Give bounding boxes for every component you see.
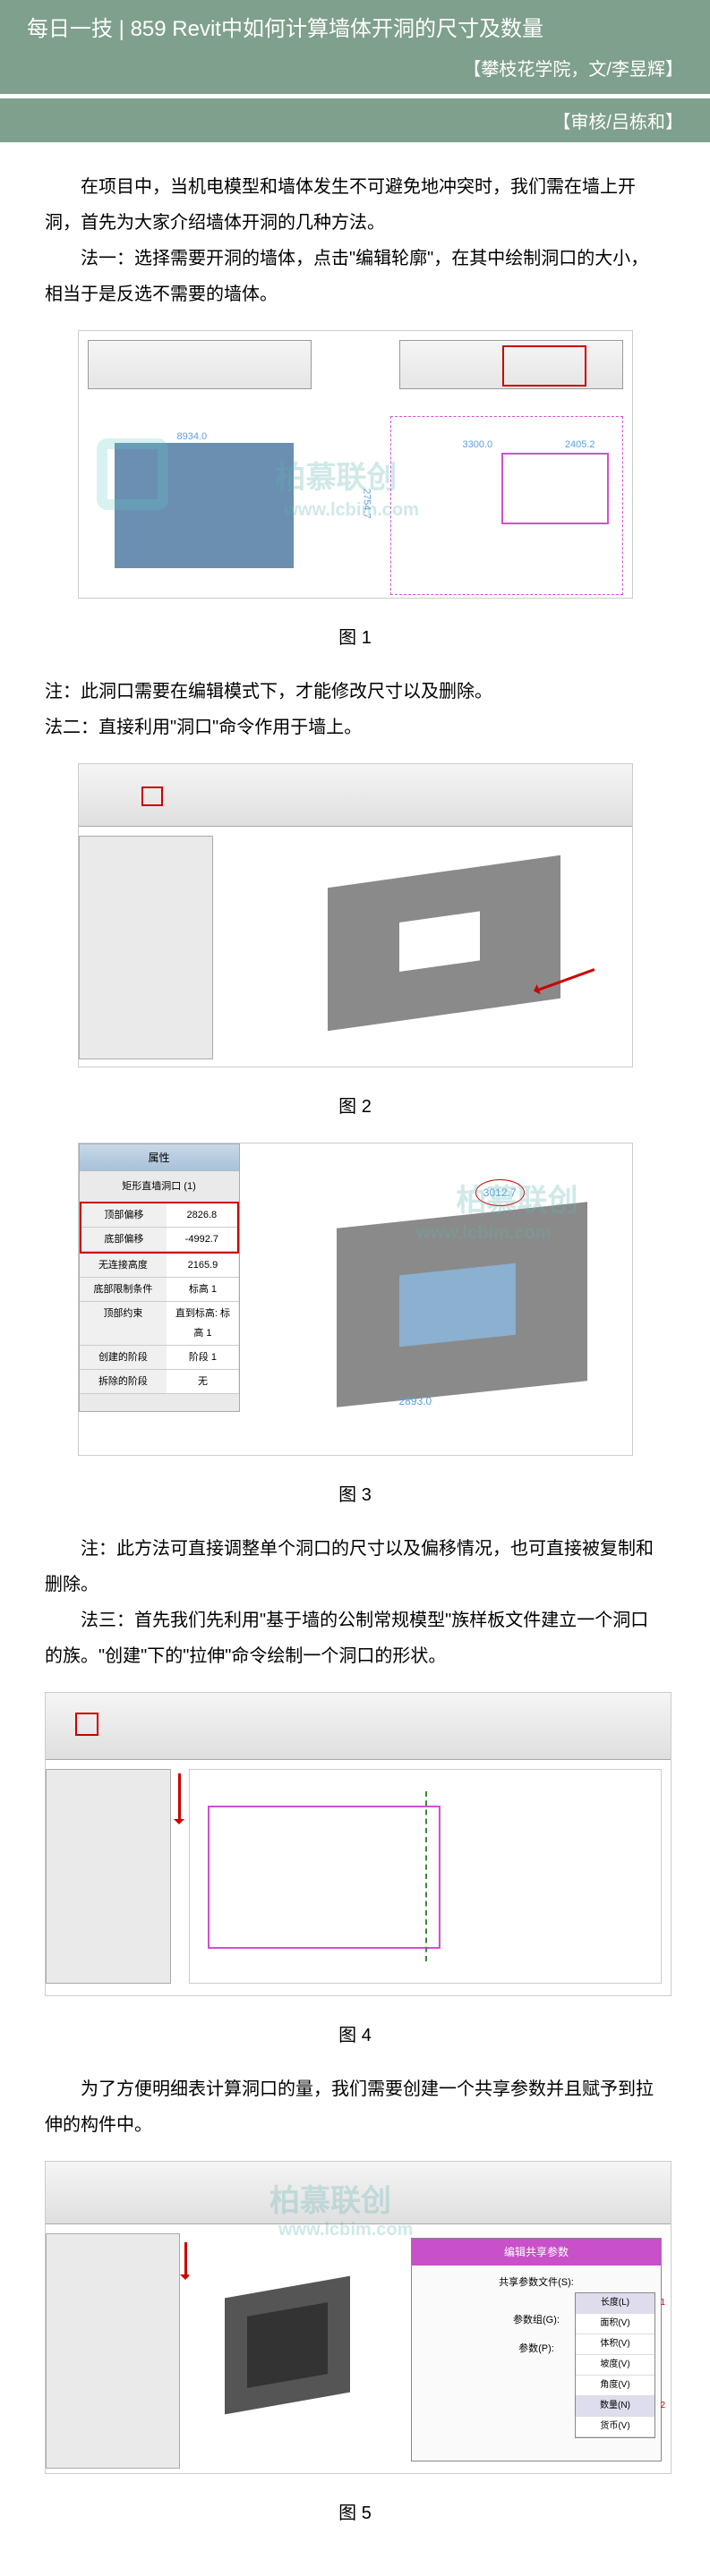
- figure-2-caption: 图 2: [45, 1089, 665, 1125]
- wall-3d-with-opening: [328, 871, 578, 1033]
- figure-3-caption: 图 3: [45, 1477, 665, 1513]
- family-3d-view: [189, 2233, 386, 2466]
- dimension-top: 3012.7: [475, 1179, 525, 1206]
- watermark-logo: [97, 438, 168, 510]
- parameter-list: 长度(L) 面积(V) 体积(V) 坡度(V) 角度(V) 数量(N) 货币(V…: [575, 2292, 655, 2438]
- figure-5: 编辑共享参数 共享参数文件(S): 参数组(G): 参数(P): 长度(L) 面…: [45, 2161, 665, 2531]
- revit-ribbon-opening: [79, 764, 632, 827]
- paragraph-method3: 法三：首先我们先利用"基于墙的公制常规模型"族样板文件建立一个洞口的族。"创建"…: [45, 1603, 665, 1674]
- article-byline: 【攀枝花学院，文/李昱辉】: [27, 55, 683, 81]
- properties-panel-opening: 属性 矩形直墙洞口 (1) 顶部偏移2826.8 底部偏移-4992.7 无连接…: [79, 1143, 240, 1412]
- paragraph-shared-param: 为了方便明细表计算洞口的量，我们需要创建一个共享参数并且赋予到拉伸的构件中。: [45, 2071, 665, 2143]
- article-reviewer: 【审核/吕栋和】: [0, 98, 710, 142]
- extrusion-sketch: [208, 1806, 441, 1949]
- figure-4: 图 4: [45, 1692, 665, 2053]
- properties-panel: [46, 2233, 180, 2469]
- wall-sketch-outline: 3300.0 2405.2: [390, 416, 623, 595]
- paragraph-method1: 法一：选择需要开洞的墙体，点击"编辑轮廓"，在其中绘制洞口的大小，相当于是反选不…: [45, 241, 665, 312]
- family-editor-ribbon: [46, 1693, 671, 1760]
- shared-parameter-dialog: 编辑共享参数 共享参数文件(S): 参数组(G): 参数(P): 长度(L) 面…: [411, 2238, 662, 2461]
- red-arrow-icon: [184, 2242, 187, 2278]
- figure-2: 图 2: [45, 763, 665, 1125]
- article-title: 每日一技 | 859 Revit中如何计算墙体开洞的尺寸及数量: [27, 13, 683, 46]
- figure-1-caption: 图 1: [45, 620, 665, 656]
- paragraph-intro: 在项目中，当机电模型和墙体发生不可避免地冲突时，我们需在墙上开洞，首先为大家介绍…: [45, 169, 665, 241]
- figure-4-caption: 图 4: [45, 2018, 665, 2053]
- figure-5-caption: 图 5: [45, 2495, 665, 2531]
- article-header: 每日一技 | 859 Revit中如何计算墙体开洞的尺寸及数量 【攀枝花学院，文…: [0, 0, 710, 94]
- dimension-bottom: 2893.0: [399, 1390, 432, 1412]
- sketch-canvas: [189, 1769, 662, 1984]
- figure-1: 3300.0 2405.2 柏慕联创 www.lcbim.com 图 1: [45, 330, 665, 656]
- revit-toolbar-right-highlighted: [399, 340, 623, 389]
- figure-3: 属性 矩形直墙洞口 (1) 顶部偏移2826.8 底部偏移-4992.7 无连接…: [45, 1143, 665, 1513]
- properties-panel: [79, 836, 213, 1059]
- red-arrow-icon: [178, 1773, 181, 1823]
- paragraph-note2: 注：此方法可直接调整单个洞口的尺寸以及偏移情况，也可直接被复制和删除。: [45, 1531, 665, 1603]
- revit-toolbar-left: [88, 340, 312, 389]
- article-body: 在项目中，当机电模型和墙体发生不可避免地冲突时，我们需在墙上开洞，首先为大家介绍…: [0, 142, 710, 2576]
- paragraph-method2: 法二：直接利用"洞口"命令作用于墙上。: [45, 710, 665, 745]
- revit-ribbon: [46, 2162, 671, 2224]
- properties-panel: [46, 1769, 171, 1984]
- wall-3d-with-dimensions: 3012.7 2893.0: [301, 1179, 605, 1412]
- paragraph-note1: 注：此洞口需要在编辑模式下，才能修改尺寸以及删除。: [45, 674, 665, 710]
